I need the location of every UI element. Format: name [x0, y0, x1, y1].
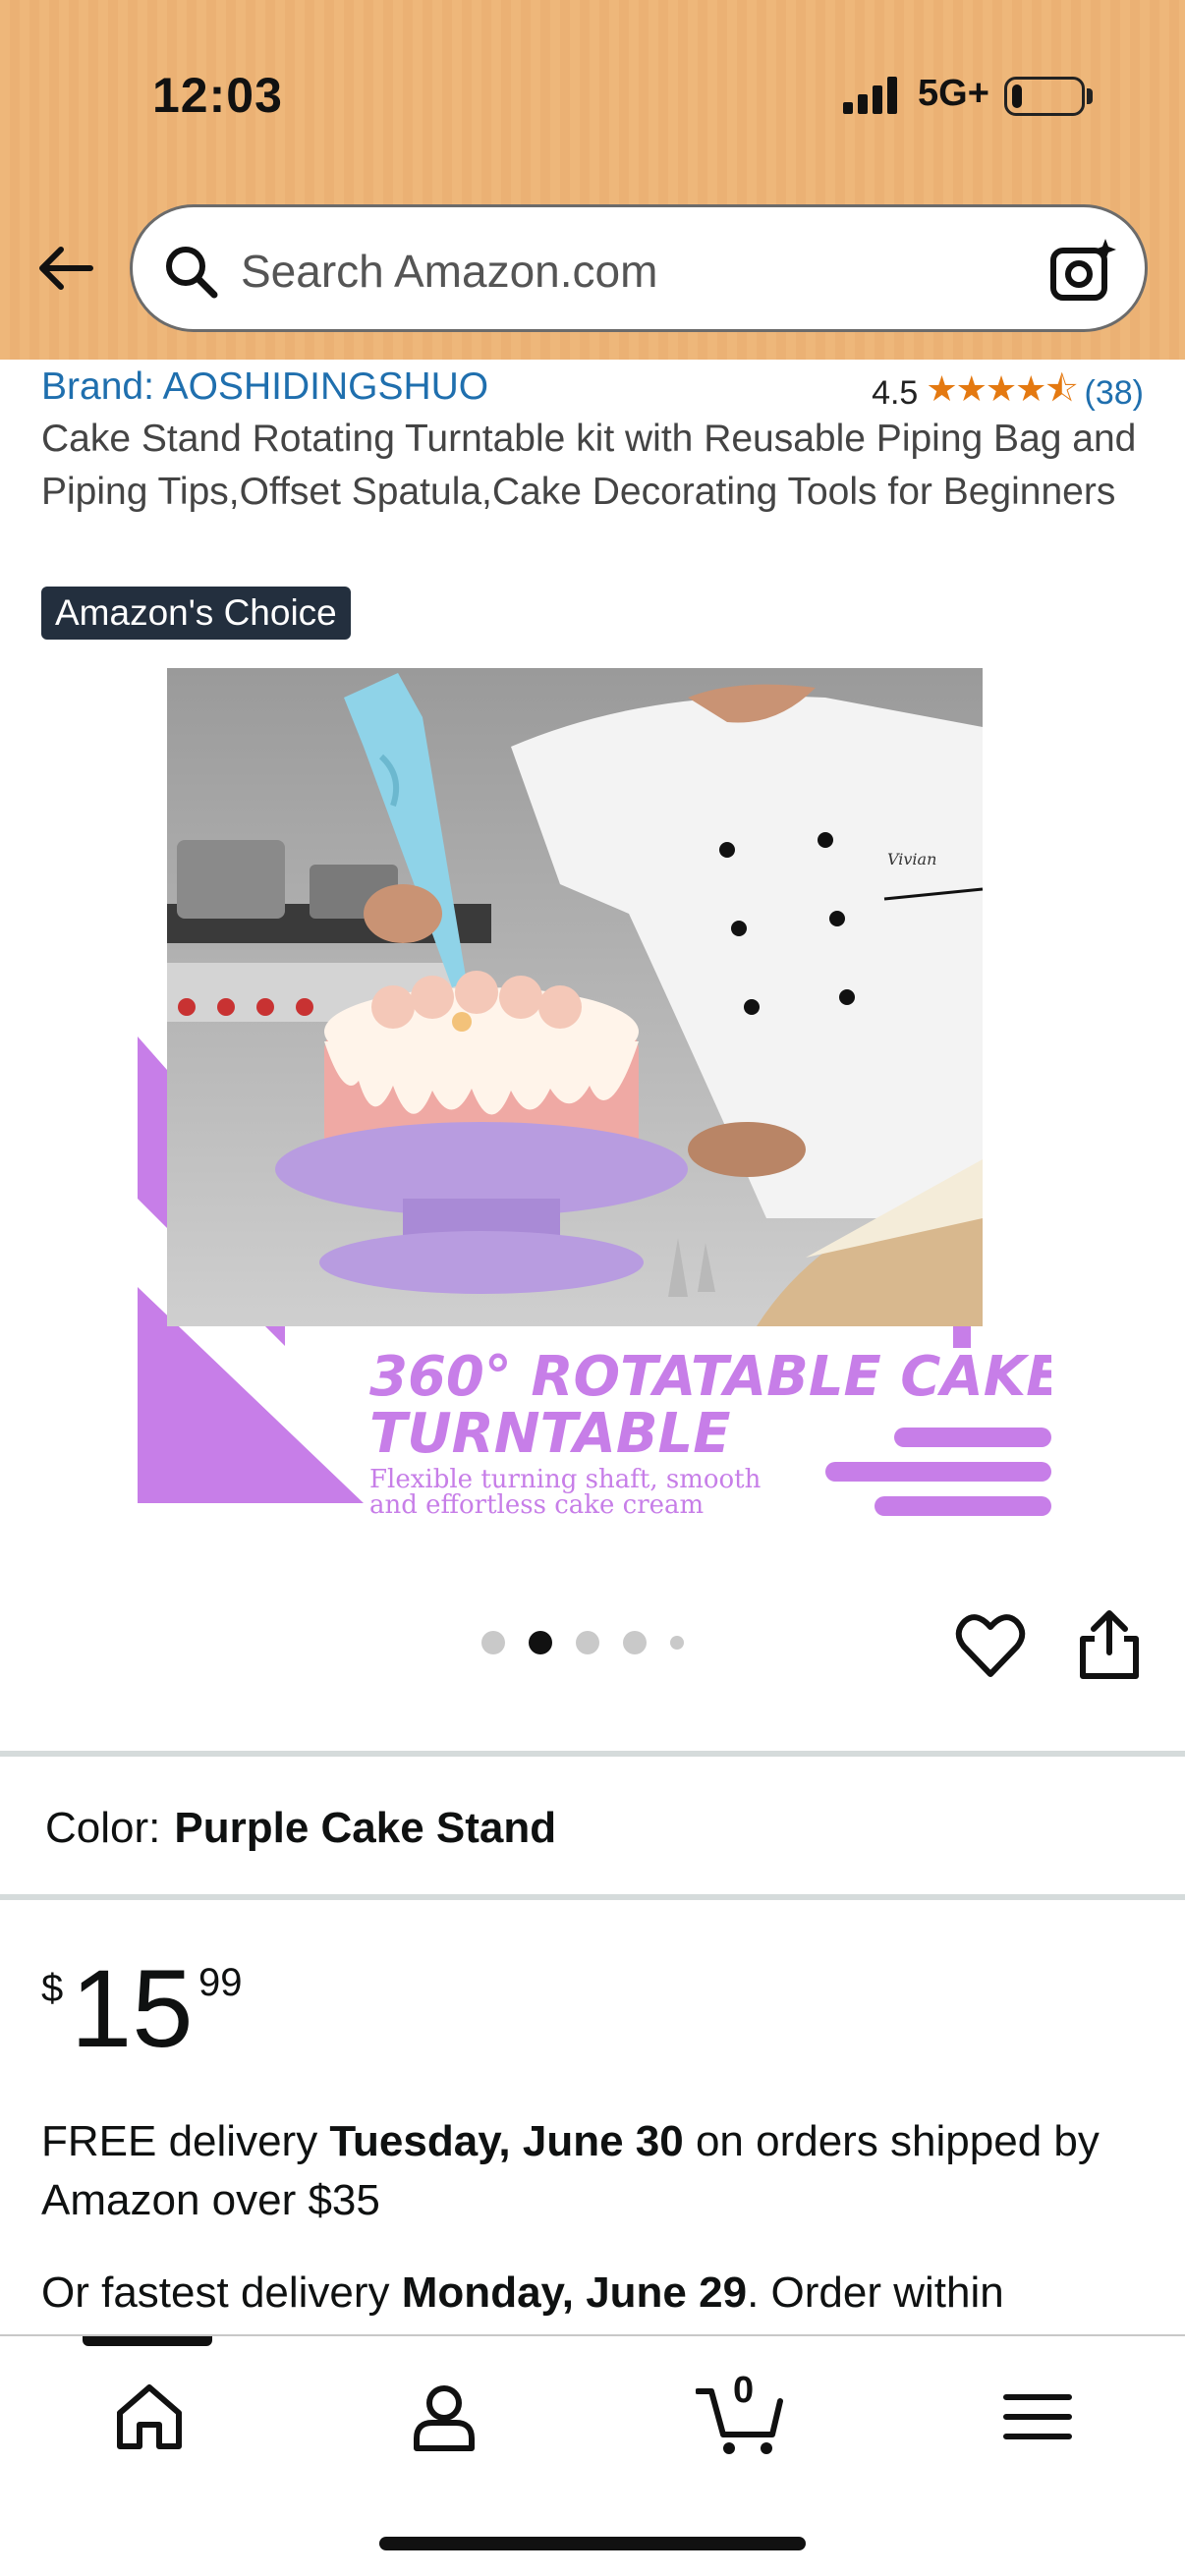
- delivery-prefix: FREE delivery: [41, 2117, 330, 2165]
- menu-icon[interactable]: [998, 2378, 1077, 2456]
- section-divider: [0, 1751, 1185, 1757]
- carousel-dot[interactable]: [481, 1631, 505, 1654]
- fastest-date: Monday, June 29: [401, 2268, 748, 2317]
- network-type: 5G+: [918, 73, 989, 114]
- fastest-prefix: Or fastest delivery: [41, 2268, 402, 2317]
- camera-icon[interactable]: [1048, 237, 1117, 306]
- product-image[interactable]: Vivian 360° ROTATABLE CAKE TURNTABLE Fle…: [138, 668, 1051, 1523]
- carousel-dot[interactable]: [670, 1636, 684, 1650]
- svg-text:360° ROTATABLE CAKE: 360° ROTATABLE CAKE: [369, 1345, 1051, 1409]
- brand-link[interactable]: Brand: AOSHIDINGSHUO: [41, 365, 488, 409]
- svg-text:Vivian: Vivian: [887, 850, 936, 868]
- color-selector[interactable]: Color: Purple Cake Stand: [45, 1804, 556, 1853]
- signal-icon: [843, 77, 897, 114]
- search-icon: [166, 247, 218, 299]
- home-indicator: [379, 2537, 806, 2550]
- product-title: Cake Stand Rotating Turntable kit with R…: [41, 418, 1137, 513]
- status-time: 12:03: [152, 68, 283, 123]
- back-arrow-icon[interactable]: [33, 236, 98, 301]
- fastest-delivery-info: Or fastest delivery Monday, June 29. Ord…: [41, 2264, 1171, 2323]
- carousel-dot-active[interactable]: [529, 1631, 552, 1654]
- home-icon[interactable]: [110, 2378, 189, 2456]
- color-value: Purple Cake Stand: [174, 1804, 557, 1852]
- cart-count: 0: [733, 2370, 755, 2411]
- review-count[interactable]: (38): [1085, 374, 1144, 413]
- delivery-date: Tuesday, June 30: [329, 2117, 684, 2165]
- battery-icon: [1004, 77, 1085, 116]
- delivery-info: FREE delivery Tuesday, June 30 on orders…: [41, 2112, 1152, 2230]
- color-label: Color:: [45, 1804, 161, 1852]
- cart-button[interactable]: 0: [695, 2370, 786, 2456]
- share-icon[interactable]: [1077, 1607, 1142, 1682]
- battery-tip: [1087, 88, 1093, 104]
- heart-icon[interactable]: [955, 1611, 1026, 1682]
- price-fraction: 99: [198, 1961, 243, 2004]
- svg-text:TURNTABLE: TURNTABLE: [369, 1402, 730, 1466]
- carousel-dot[interactable]: [576, 1631, 599, 1654]
- header: 12:03 5G+: [0, 0, 1185, 360]
- price-whole: 15: [71, 1947, 194, 2070]
- svg-text:and effortless cake cream: and effortless cake cream: [369, 1490, 704, 1520]
- section-divider: [0, 1894, 1185, 1900]
- fastest-suffix: . Order within: [747, 2268, 1004, 2317]
- price-currency: $: [41, 1967, 64, 2010]
- search-bar[interactable]: [130, 204, 1148, 332]
- rating-value: 4.5: [872, 374, 919, 412]
- carousel-dot[interactable]: [623, 1631, 647, 1654]
- image-carousel-dots[interactable]: [481, 1631, 684, 1654]
- active-tab-indicator: [83, 2336, 212, 2346]
- account-icon[interactable]: [405, 2378, 483, 2456]
- amazons-choice-badge: Amazon's Choice: [41, 587, 351, 640]
- search-input[interactable]: [241, 237, 1027, 306]
